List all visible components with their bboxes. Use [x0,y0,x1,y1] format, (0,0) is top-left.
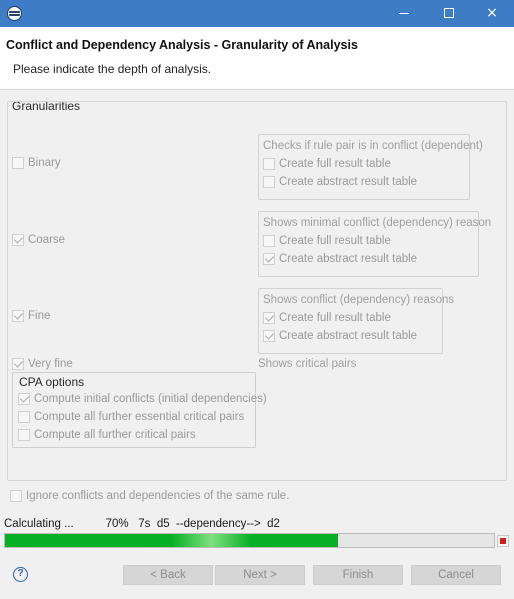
progress-bar [4,533,495,548]
fine-full-table-box[interactable] [263,312,275,324]
progress-bar-fill [5,534,338,547]
minimize-button[interactable] [382,0,426,27]
very-fine-checkbox-box[interactable] [12,358,24,370]
binary-options-label: Checks if rule pair is in conflict (depe… [263,140,483,152]
cpa-initial-conflicts-box[interactable] [18,393,30,405]
binary-checkbox-box[interactable] [12,157,24,169]
cpa-essential-pairs-checkbox[interactable]: Compute all further essential critical p… [18,411,244,423]
ignore-same-rule-box[interactable] [10,490,22,502]
help-icon[interactable]: ? [13,567,28,582]
cpa-critical-pairs-checkbox[interactable]: Compute all further critical pairs [18,429,196,441]
finish-button[interactable]: Finish [313,565,403,585]
binary-full-table-checkbox[interactable]: Create full result table [263,158,391,170]
stop-button[interactable] [497,535,509,547]
fine-abstract-table-box[interactable] [263,330,275,342]
fine-options-group: Shows conflict (dependency) reasons Crea… [258,288,454,354]
status-text: Calculating ... [4,518,74,530]
cpa-critical-pairs-label: Compute all further critical pairs [34,429,196,441]
ignore-same-rule-label: Ignore conflicts and dependencies of the… [26,490,290,502]
cancel-button[interactable]: Cancel [411,565,501,585]
fine-label: Fine [28,310,51,322]
progress-status: Calculating ... 70% 7s d5 --dependency--… [4,518,280,530]
coarse-abstract-table-checkbox[interactable]: Create abstract result table [263,253,417,265]
fine-abstract-table-checkbox[interactable]: Create abstract result table [263,330,417,342]
title-bar: × [0,0,514,27]
wizard-header: Conflict and Dependency Analysis - Granu… [0,27,514,89]
binary-checkbox[interactable]: Binary [12,157,61,169]
fine-checkbox-box[interactable] [12,310,24,322]
maximize-button[interactable] [427,0,471,27]
fine-options-label: Shows conflict (dependency) reasons [263,294,455,306]
status-detail: d5 --dependency--> d2 [156,518,280,530]
coarse-checkbox[interactable]: Coarse [12,234,65,246]
very-fine-label: Very fine [28,358,73,370]
fine-abstract-table-label: Create abstract result table [279,330,418,342]
page-description: Please indicate the depth of analysis. [13,62,212,76]
coarse-checkbox-box[interactable] [12,234,24,246]
maximize-icon [444,8,454,18]
cpa-critical-pairs-box[interactable] [18,429,30,441]
coarse-full-table-checkbox[interactable]: Create full result table [263,235,391,247]
cpa-options-group: CPA options Compute initial conflicts (i… [12,372,267,448]
binary-abstract-table-box[interactable] [263,176,275,188]
wizard-content: Granularities Binary Checks if rule pair… [0,89,514,599]
close-icon: × [486,5,498,21]
cpa-initial-conflicts-label: Compute initial conflicts (initial depen… [34,393,267,405]
status-percent: 70% [105,518,129,530]
binary-abstract-table-checkbox[interactable]: Create abstract result table [263,176,417,188]
coarse-full-table-label: Create full result table [279,235,391,247]
very-fine-note: Shows critical pairs [258,358,357,370]
next-button[interactable]: Next > [215,565,305,585]
very-fine-checkbox[interactable]: Very fine [12,358,73,370]
coarse-options-label: Shows minimal conflict (dependency) reas… [263,217,492,229]
fine-checkbox[interactable]: Fine [12,310,50,322]
coarse-abstract-table-box[interactable] [263,253,275,265]
app-icon [7,6,22,21]
coarse-full-table-box[interactable] [263,235,275,247]
fine-full-table-label: Create full result table [279,312,391,324]
page-title: Conflict and Dependency Analysis - Granu… [6,38,358,52]
coarse-abstract-table-label: Create abstract result table [279,253,418,265]
coarse-label: Coarse [28,234,66,246]
minimize-icon [399,12,409,14]
cpa-initial-conflicts-checkbox[interactable]: Compute initial conflicts (initial depen… [18,393,267,405]
binary-label: Binary [28,157,61,169]
binary-full-table-box[interactable] [263,158,275,170]
close-button[interactable]: × [470,0,514,27]
binary-options-group: Checks if rule pair is in conflict (depe… [258,134,483,200]
cpa-options-label: CPA options [19,375,85,389]
binary-abstract-table-label: Create abstract result table [279,176,418,188]
ignore-same-rule-checkbox[interactable]: Ignore conflicts and dependencies of the… [10,490,289,502]
fine-full-table-checkbox[interactable]: Create full result table [263,312,391,324]
granularities-group: Binary Checks if rule pair is in conflic… [7,101,507,481]
cpa-essential-pairs-box[interactable] [18,411,30,423]
cpa-essential-pairs-label: Compute all further essential critical p… [34,411,245,423]
status-time: 7s [138,518,151,530]
back-button[interactable]: < Back [123,565,213,585]
binary-full-table-label: Create full result table [279,158,391,170]
coarse-options-group: Shows minimal conflict (dependency) reas… [258,211,491,277]
